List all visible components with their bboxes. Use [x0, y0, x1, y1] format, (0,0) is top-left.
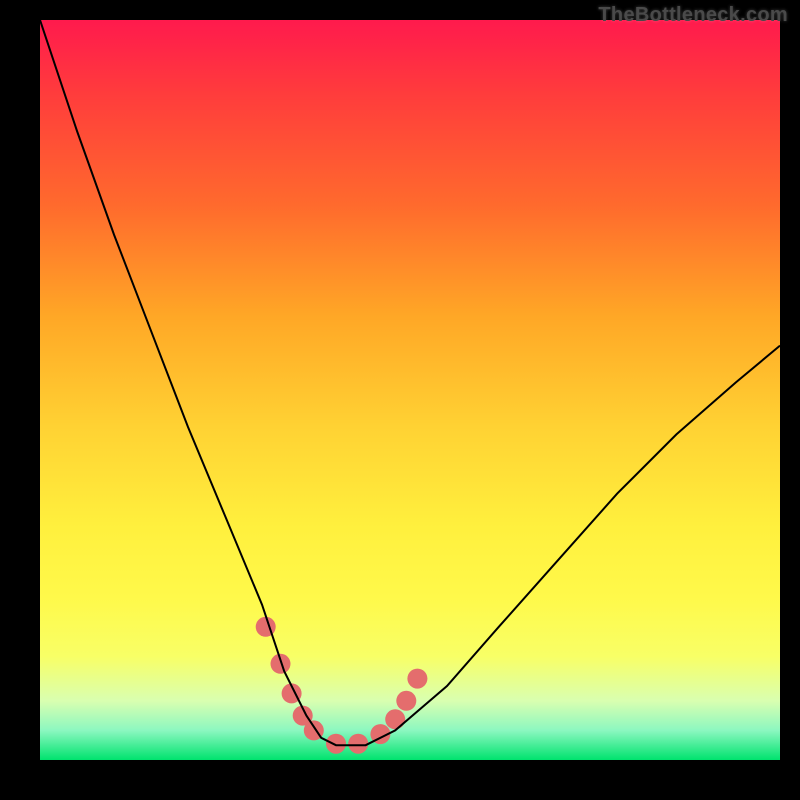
- marker-dot: [407, 669, 427, 689]
- marker-dot: [385, 709, 405, 729]
- bottleneck-curve-path: [40, 20, 780, 745]
- marker-dot: [348, 734, 368, 754]
- marker-dot: [396, 691, 416, 711]
- marker-group: [256, 617, 428, 754]
- curve-svg: [40, 20, 780, 760]
- marker-dot: [271, 654, 291, 674]
- chart-stage: TheBottleneck.com: [0, 0, 800, 800]
- watermark-label: TheBottleneck.com: [598, 4, 788, 27]
- marker-dot: [326, 734, 346, 754]
- plot-area: [40, 20, 780, 760]
